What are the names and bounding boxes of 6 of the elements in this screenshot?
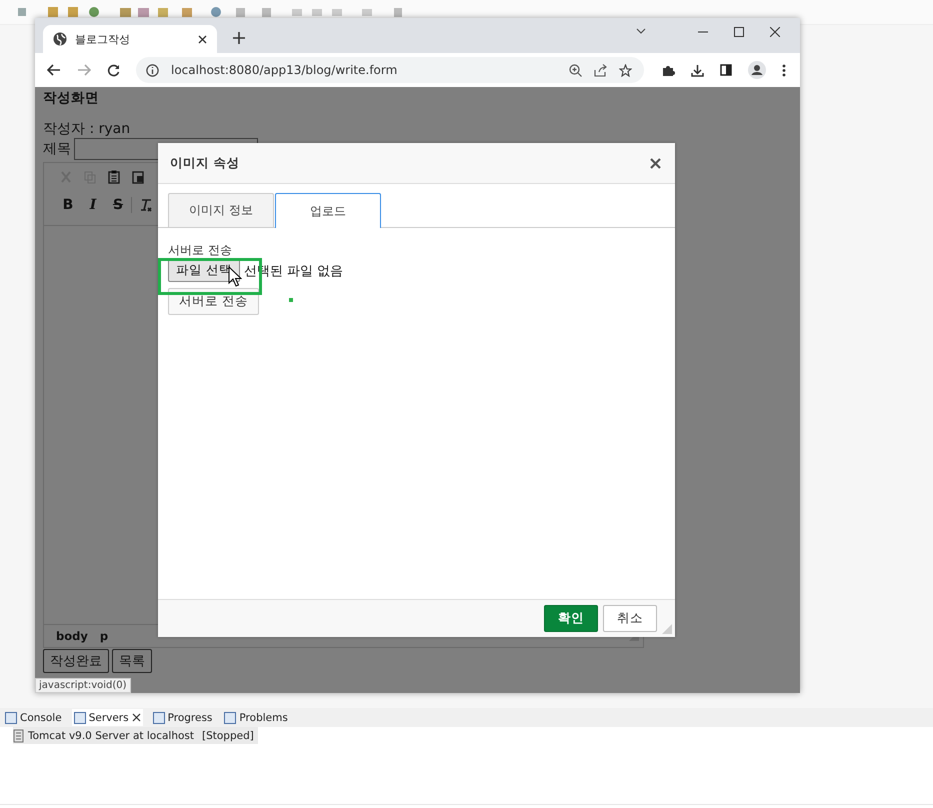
dialog-title: 이미지 속성 [170, 154, 240, 172]
page-heading: 작성화면 [43, 89, 100, 107]
title-label: 제목 [43, 140, 71, 158]
upload-label: 서버로 전송 [168, 242, 233, 259]
author-label: 작성자 : ryan [43, 120, 132, 138]
status-url-tooltip: javascript:void(0) [35, 678, 131, 693]
